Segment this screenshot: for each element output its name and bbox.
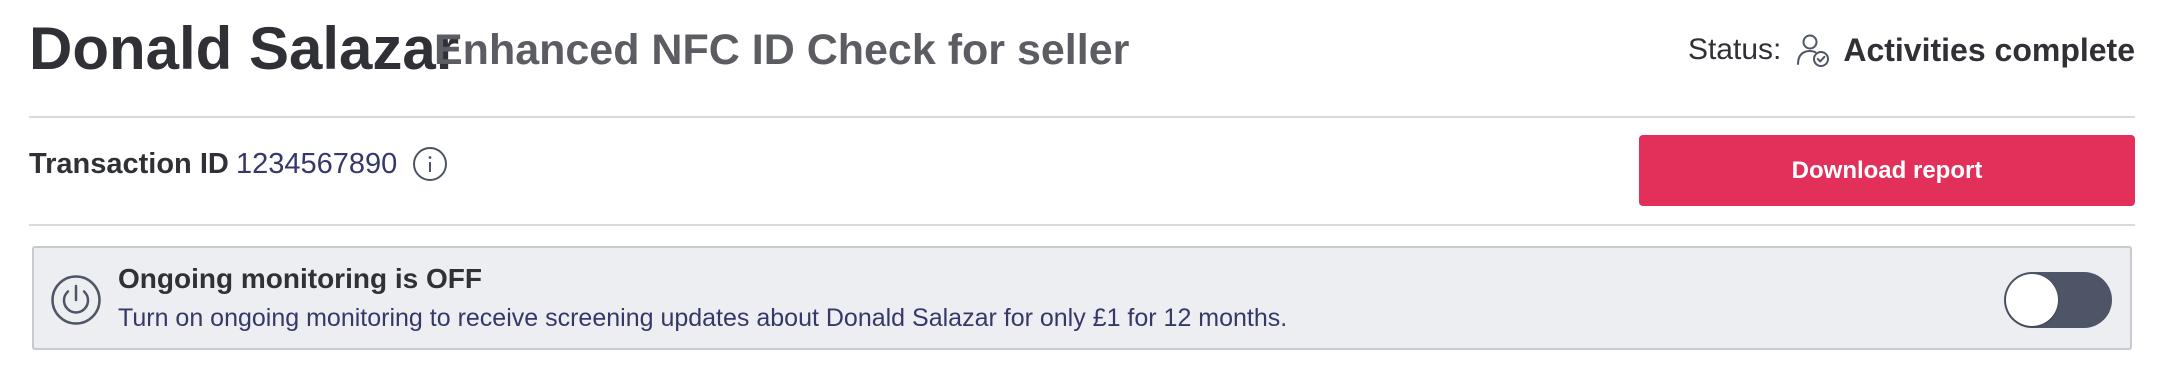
transaction-id-value: 1234567890 xyxy=(236,148,398,180)
status-value: Activities complete xyxy=(1843,31,2135,68)
power-icon xyxy=(51,275,101,325)
status-area: Status: Activities complete xyxy=(1688,30,2135,70)
toggle-knob xyxy=(2006,274,2058,326)
monitoring-description: Turn on ongoing monitoring to receive sc… xyxy=(118,304,1288,332)
transaction-id-label: Transaction ID xyxy=(29,148,229,180)
download-report-button[interactable]: Download report xyxy=(1639,135,2135,206)
monitoring-toggle[interactable] xyxy=(2004,272,2112,328)
transaction-bar: Transaction ID 1234567890 Download repor… xyxy=(29,118,2135,226)
check-type-title: Enhanced NFC ID Check for seller xyxy=(434,26,1130,74)
info-icon[interactable] xyxy=(412,146,448,182)
status-label: Status: xyxy=(1687,33,1782,66)
user-check-icon xyxy=(1797,34,1830,67)
monitoring-title: Ongoing monitoring is OFF xyxy=(118,263,482,294)
customer-name: Donald Salazar xyxy=(29,15,460,82)
page-header: Donald Salazar Enhanced NFC ID Check for… xyxy=(29,0,2135,118)
monitoring-banner: Ongoing monitoring is OFF Turn on ongoin… xyxy=(32,246,2132,350)
